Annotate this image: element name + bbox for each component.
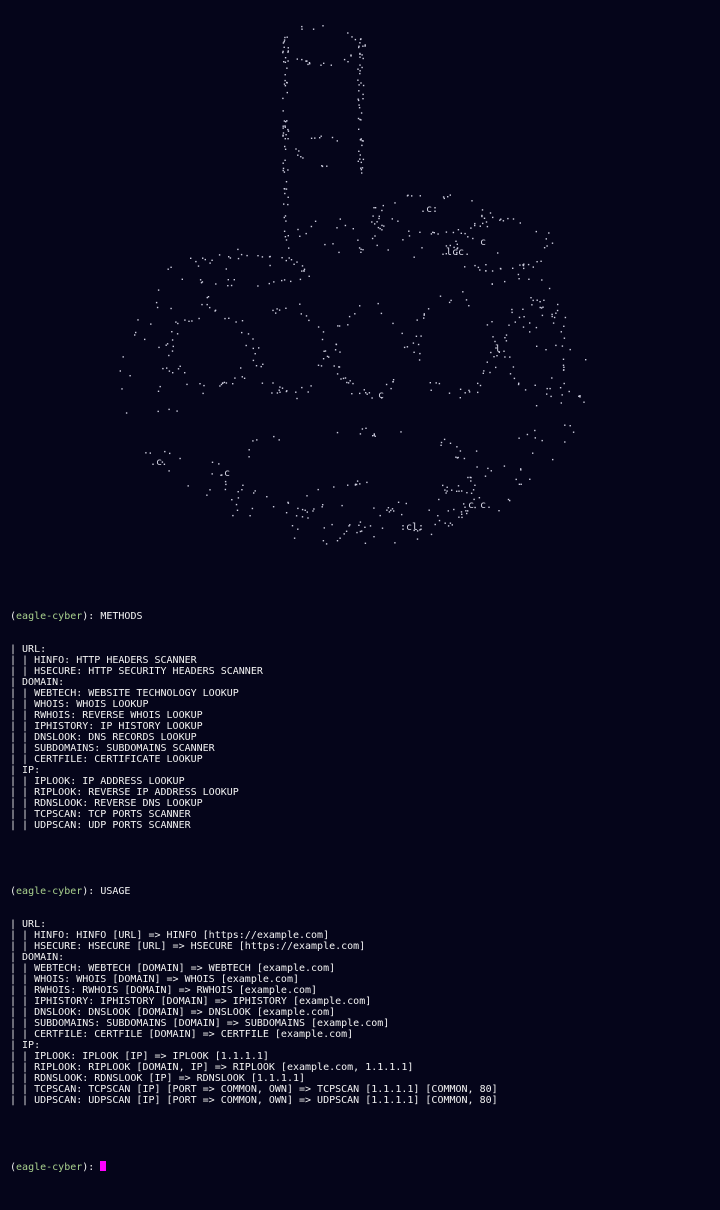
output-line: | | TCPSCAN: TCPSCAN [IP] [PORT => COMMO… [10, 1084, 498, 1095]
output-line: | | DNSLOOK: DNS RECORDS LOOKUP [10, 732, 197, 743]
text-cursor[interactable] [100, 1161, 107, 1171]
output-line: | | IPHISTORY: IPHISTORY [DOMAIN] => IPH… [10, 996, 372, 1007]
output-line: | | HSECURE: HTTP SECURITY HEADERS SCANN… [10, 666, 263, 677]
svg-text:c.: c. [480, 500, 492, 511]
output-line: | | CERTFILE: CERTFILE [DOMAIN] => CERTF… [10, 1029, 354, 1040]
svg-text:c: c [378, 390, 384, 401]
output-line: | | WHOIS: WHOIS LOOKUP [10, 699, 149, 710]
output-line: | | IPHISTORY: IP HISTORY LOOKUP [10, 721, 203, 732]
output-line: | | HSECURE: HSECURE [URL] => HSECURE [h… [10, 941, 366, 952]
output-line: | | RIPLOOK: REVERSE IP ADDRESS LOOKUP [10, 787, 239, 798]
output-line: | URL: [10, 919, 47, 930]
svg-text:.c: .c [462, 500, 474, 511]
output-line: | | DNSLOOK: DNSLOOK [DOMAIN] => DNSLOOK… [10, 1007, 336, 1018]
prompt-name: eagle-cyber [16, 886, 83, 897]
output-line: | DOMAIN: [10, 952, 65, 963]
svg-text:.c:: .c: [420, 204, 438, 215]
methods-output: | URL: | | HINFO: HTTP HEADERS SCANNER | |… [10, 644, 710, 831]
output-line: | | IPLOOK: IP ADDRESS LOOKUP [10, 776, 185, 787]
svg-text:.lcc.: .lcc. [440, 247, 470, 258]
output-line: | | WEBTECH: WEBTECH [DOMAIN] => WEBTECH… [10, 963, 336, 974]
output-line: | | WHOIS: WHOIS [DOMAIN] => WHOIS [exam… [10, 974, 299, 985]
svg-text::cl:: :cl: [400, 522, 424, 533]
svg-text:.c: .c [218, 468, 230, 479]
output-line: | | SUBDOMAINS: SUBDOMAINS SCANNER [10, 743, 215, 754]
output-line: | | RWHOIS: RWHOIS [DOMAIN] => RWHOIS [e… [10, 985, 318, 996]
terminal-output: (eagle-cyber): METHODS | URL: | | HINFO: … [10, 589, 710, 1183]
output-line: | | RDNSLOOK: RDNSLOOK [IP] => RDNSLOOK … [10, 1073, 306, 1084]
output-line: | | RDNSLOOK: REVERSE DNS LOOKUP [10, 798, 203, 809]
output-line: | | UDPSCAN: UDPSCAN [IP] [PORT => COMMO… [10, 1095, 498, 1106]
output-line: | | RWHOIS: REVERSE WHOIS LOOKUP [10, 710, 203, 721]
output-line: | | CERTFILE: CERTIFICATE LOOKUP [10, 754, 203, 765]
prompt-line-methods: (eagle-cyber): METHODS [10, 611, 143, 622]
output-line: | | TCPSCAN: TCP PORTS SCANNER [10, 809, 191, 820]
output-line: | | SUBDOMAINS: SUBDOMAINS [DOMAIN] => S… [10, 1018, 390, 1029]
prompt-line-input[interactable]: (eagle-cyber): [10, 1161, 710, 1173]
output-line: | | RIPLOOK: RIPLOOK [DOMAIN, IP] => RIP… [10, 1062, 414, 1073]
ascii-hand-art: .c: c .lcc. l. c .c .c .c c. :cl: [119, 25, 587, 545]
prompt-line-usage: (eagle-cyber): USAGE [10, 886, 131, 897]
usage-output: | URL: | | HINFO: HINFO [URL] => HINFO [h… [10, 919, 710, 1106]
svg-text:l.: l. [495, 344, 507, 355]
output-line: | | HINFO: HINFO [URL] => HINFO [https:/… [10, 930, 330, 941]
svg-text:.c: .c [150, 457, 162, 468]
output-line: | | UDPSCAN: UDP PORTS SCANNER [10, 820, 191, 831]
prompt-name: eagle-cyber [16, 1162, 83, 1173]
svg-text:c: c [480, 237, 486, 248]
ascii-art-banner: .c: c .lcc. l. c .c .c .c c. :cl: [0, 0, 720, 560]
output-line: | IP: [10, 765, 41, 776]
output-line: | | WEBTECH: WEBSITE TECHNOLOGY LOOKUP [10, 688, 239, 699]
prompt-name: eagle-cyber [16, 611, 83, 622]
command-text: METHODS [100, 611, 143, 622]
output-line: | | HINFO: HTTP HEADERS SCANNER [10, 655, 197, 666]
output-line: | IP: [10, 1040, 41, 1051]
output-line: | | IPLOOK: IPLOOK [IP] => IPLOOK [1.1.1… [10, 1051, 269, 1062]
output-line: | DOMAIN: [10, 677, 65, 688]
output-line: | URL: [10, 644, 47, 655]
command-text: USAGE [100, 886, 131, 897]
